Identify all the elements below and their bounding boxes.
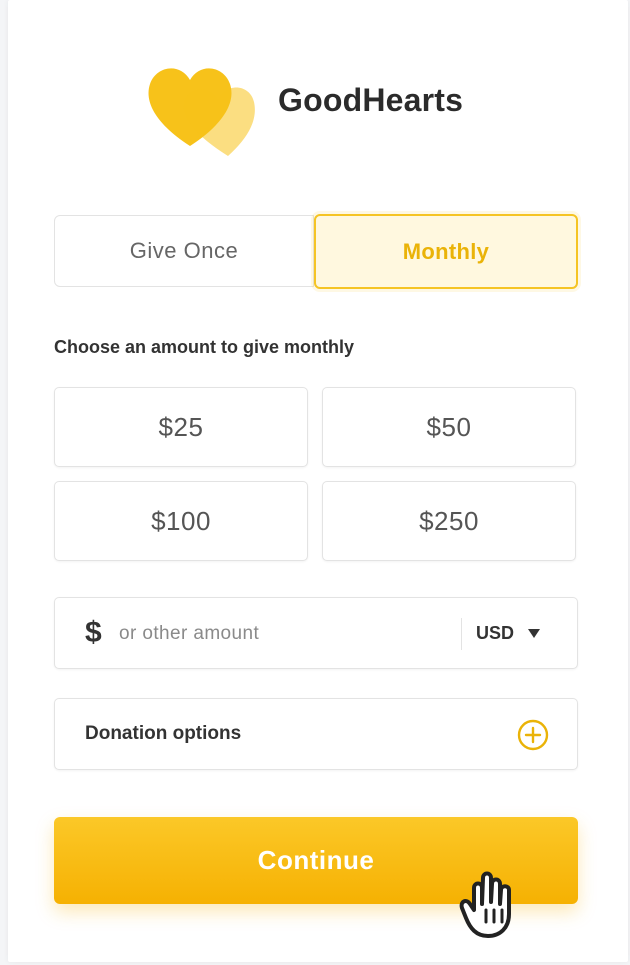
other-amount-field: $ USD (54, 597, 578, 669)
two-hearts-logo-icon (148, 68, 255, 156)
amount-button-50[interactable]: $50 (322, 387, 576, 467)
other-amount-input[interactable] (117, 614, 451, 654)
amount-button-250[interactable]: $250 (322, 481, 576, 561)
donation-options-row[interactable]: Donation options (54, 698, 578, 770)
plus-circle-icon[interactable] (517, 719, 549, 751)
field-divider (461, 618, 462, 650)
amount-button-100[interactable]: $100 (54, 481, 308, 561)
give-once-tab[interactable]: Give Once (54, 215, 314, 287)
amount-prompt: Choose an amount to give monthly (54, 337, 355, 357)
caret-down-icon (528, 628, 541, 638)
logo-row: GoodHearts (0, 52, 630, 162)
currency-select[interactable]: USD (475, 613, 561, 653)
hand-pointer-icon (459, 871, 511, 938)
amount-button-25[interactable]: $25 (54, 387, 308, 467)
frequency-toggle: Give Once Monthly (54, 214, 578, 290)
dollar-icon: $ (85, 616, 102, 649)
monthly-tab[interactable]: Monthly (314, 214, 578, 289)
donation-options-label: Donation options (85, 723, 242, 744)
brand-name: GoodHearts (278, 82, 464, 118)
currency-label: USD (476, 622, 515, 643)
